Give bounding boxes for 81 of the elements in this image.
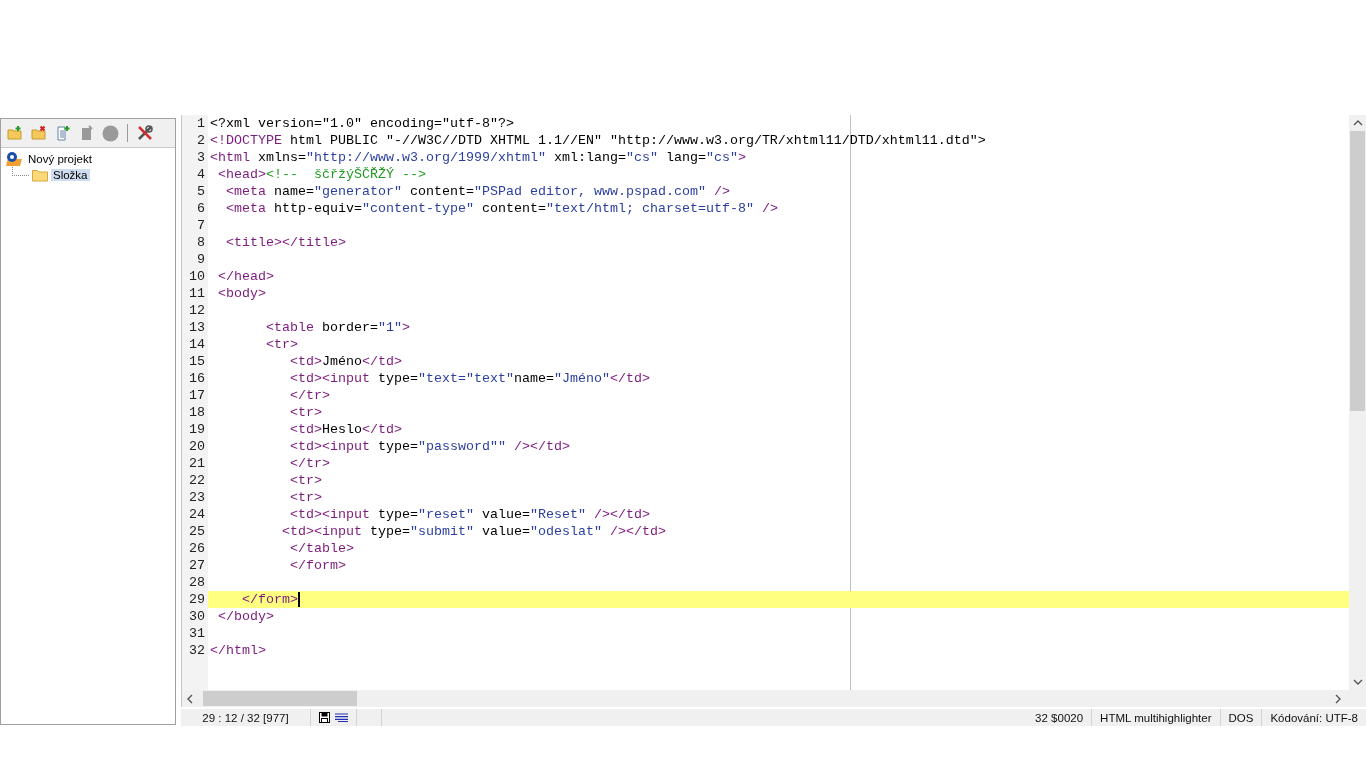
line-number: 9 [196,251,206,268]
line-number: 5 [196,183,206,200]
scroll-right-icon[interactable] [1335,693,1341,704]
code-line: <?xml version="1.0" encoding="utf-8"?> [210,115,514,132]
code-line: <tr> [265,336,298,353]
line-number: 7 [196,217,206,234]
scroll-up-icon[interactable] [1352,120,1363,126]
vertical-scrollbar[interactable] [1349,115,1366,690]
code-line: <head><!-- ščřžýŠČŘŽÝ --> [217,166,426,183]
code-line: <td><input type="submit" value="odeslat" /></td> [280,523,666,540]
line-number: 24 [188,506,206,523]
line-number: 14 [188,336,206,353]
code-line: </head> [217,268,274,285]
code-line: <td><input type="reset" value="Reset" /></td> [288,506,650,523]
line-number: 4 [196,166,206,183]
code-line: <meta http-equiv="content-type" content="text/html; charset=utf-8" /> [225,200,778,217]
project-icon [5,151,23,167]
new-folder-icon[interactable] [5,123,24,143]
line-number: 21 [188,455,206,472]
line-number: 27 [188,557,206,574]
code-line: </html> [210,642,266,659]
line-number: 1 [196,115,206,132]
code-line: </tr> [288,455,330,472]
code-line: </form> [241,591,298,608]
word-wrap-icon[interactable] [335,713,348,722]
save-icon[interactable] [319,712,330,723]
code-line: <!DOCTYPE html PUBLIC "-//W3C//DTD XHTML 1.1//EN" "http://www.w3.org/TR/xhtml11/DTD/xhtml11.dtd"> [210,132,986,149]
code-line: <td><input type="text="text"name="Jméno"</td> [288,370,650,387]
line-number: 13 [188,319,206,336]
line-number: 18 [188,404,206,421]
line-number: 12 [188,302,206,319]
scrollbar-thumb[interactable] [203,691,357,706]
line-number: 10 [188,268,206,285]
tree-item[interactable]: Složka [51,169,90,181]
line-number: 30 [188,608,206,625]
code-line: <tr> [288,404,322,421]
folder-icon [32,168,48,182]
line-number: 25 [188,523,206,540]
line-number: 17 [188,387,206,404]
line-number: 23 [188,489,206,506]
code-line: <td><input type="password"" /></td> [288,438,570,455]
line-number: 28 [188,574,206,591]
line-number: 19 [188,421,206,438]
code-line: <meta name="generator" content="PSPad editor, www.pspad.com" /> [225,183,730,200]
code-line: </tr> [288,387,330,404]
code-line: <td>Heslo</td> [288,421,402,438]
code-line: </table> [288,540,354,557]
line-number: 6 [196,200,206,217]
code-line: </body> [217,608,274,625]
code-line: <tr> [288,472,322,489]
cursor-position: 29 : 12 / 32 [977] [181,709,311,726]
horizontal-scrollbar[interactable] [182,690,1366,707]
code-line: <table border="1"> [265,319,410,336]
line-number: 11 [188,285,206,302]
code-line: <html xmlns="http://www.w3.org/1999/xhtml" xml:lang="cs" lang="cs"> [210,149,746,166]
code-line: </form> [288,557,346,574]
line-number: 29 [188,591,206,608]
code-line: <title></title> [225,234,346,251]
text-cursor [298,592,300,607]
line-number: 3 [196,149,206,166]
delete-folder-icon[interactable] [29,123,48,143]
scroll-left-icon[interactable] [187,693,193,704]
line-ending[interactable]: DOS [1220,709,1263,726]
scrollbar-thumb[interactable] [1350,131,1365,411]
code-line: <td>Jméno</td> [288,353,402,370]
syntax-highlighter[interactable]: HTML multihighlighter [1092,709,1221,726]
encoding[interactable]: Kódování: UTF-8 [1262,709,1366,726]
line-number: 22 [188,472,206,489]
line-number: 31 [188,625,206,642]
line-number: 15 [188,353,206,370]
character-code: 32 $0020 [382,709,1093,726]
code-line: <body> [217,285,266,302]
line-number: 16 [188,370,206,387]
line-number: 8 [196,234,206,251]
line-number: 20 [188,438,206,455]
tree-item[interactable]: Nový projekt [26,153,94,165]
scroll-down-icon[interactable] [1352,679,1363,685]
line-number: 2 [196,132,206,149]
code-line: <tr> [288,489,322,506]
line-number: 32 [188,642,206,659]
line-number: 26 [188,540,206,557]
